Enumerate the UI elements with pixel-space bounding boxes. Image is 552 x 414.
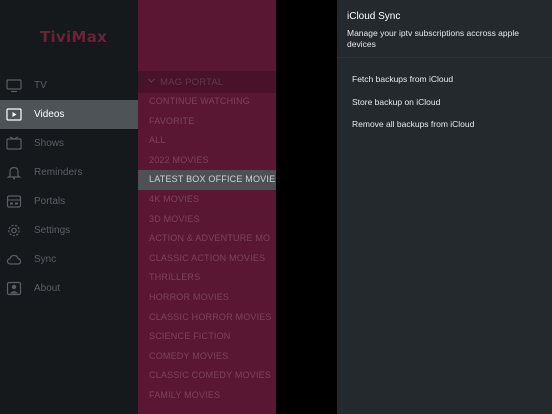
sidebar-item-label: About	[34, 283, 61, 294]
sidebar: TiviMax TV Videos Shows Reminders Portal…	[0, 0, 138, 414]
list-item[interactable]: COMEDY MOVIES	[138, 347, 276, 367]
sidebar-item-videos[interactable]: Videos	[0, 100, 138, 129]
sidebar-item-label: TV	[34, 80, 47, 91]
list-item[interactable]: ACTION & ADVENTURE MO	[138, 229, 276, 249]
divider	[337, 57, 552, 58]
list-item[interactable]: CLASSIC ACTION MOVIES	[138, 249, 276, 269]
sidebar-item-label: Shows	[34, 138, 65, 149]
list-item[interactable]: ALL	[138, 131, 276, 151]
list-item[interactable]: FAMILY MOVIES	[138, 386, 276, 406]
gear-icon	[6, 223, 22, 238]
panel-title: iCloud Sync	[347, 11, 401, 22]
app-logo: TiviMax	[40, 28, 108, 46]
list-item[interactable]: 3D MOVIES	[138, 210, 276, 230]
category-list: CONTINUE WATCHING FAVORITE ALL 2022 MOVI…	[138, 92, 276, 406]
sidebar-nav: TV Videos Shows Reminders Portals Settin…	[0, 71, 138, 303]
remove-backups-button[interactable]: Remove all backups from iCloud	[352, 119, 474, 129]
list-item[interactable]: 2022 MOVIES	[138, 151, 276, 171]
sidebar-item-reminders[interactable]: Reminders	[0, 158, 138, 187]
cloud-icon	[6, 252, 22, 267]
list-item-selected[interactable]: LATEST BOX OFFICE MOVIE	[138, 170, 276, 190]
sidebar-item-label: Portals	[34, 196, 66, 207]
panel-description: Manage your iptv subscriptions accross a…	[347, 28, 519, 49]
list-item[interactable]: THRILLERS	[138, 268, 276, 288]
chevron-down-icon	[147, 76, 156, 85]
sidebar-item-label: Videos	[34, 109, 65, 120]
category-list-panel: MAG PORTAL CONTINUE WATCHING FAVORITE AL…	[138, 0, 276, 414]
portal-header-title: MAG PORTAL	[160, 77, 224, 88]
portal-icon	[6, 194, 22, 209]
play-icon	[6, 107, 22, 122]
list-item[interactable]: SCIENCE FICTION	[138, 327, 276, 347]
bell-icon	[6, 165, 22, 180]
sidebar-item-label: Sync	[34, 254, 57, 265]
sidebar-item-settings[interactable]: Settings	[0, 216, 138, 245]
list-item[interactable]: 4K MOVIES	[138, 190, 276, 210]
film-icon	[6, 136, 22, 151]
list-item[interactable]: CONTINUE WATCHING	[138, 92, 276, 112]
list-item[interactable]: CLASSIC COMEDY MOVIES	[138, 366, 276, 386]
list-item[interactable]: FAVORITE	[138, 112, 276, 132]
sidebar-item-shows[interactable]: Shows	[0, 129, 138, 158]
sidebar-item-portals[interactable]: Portals	[0, 187, 138, 216]
portal-header[interactable]: MAG PORTAL	[138, 71, 276, 93]
sidebar-item-sync[interactable]: Sync	[0, 245, 138, 274]
person-icon	[6, 281, 22, 296]
sidebar-item-about[interactable]: About	[0, 274, 138, 303]
sidebar-item-label: Reminders	[34, 167, 83, 178]
sidebar-item-tv[interactable]: TV	[0, 71, 138, 100]
list-item[interactable]: HORROR MOVIES	[138, 288, 276, 308]
sidebar-item-label: Settings	[34, 225, 71, 236]
icloud-sync-panel: iCloud Sync Manage your iptv subscriptio…	[337, 0, 552, 414]
store-backup-button[interactable]: Store backup on iCloud	[352, 97, 440, 107]
tv-icon	[6, 78, 22, 93]
fetch-backups-button[interactable]: Fetch backups from iCloud	[352, 74, 453, 84]
content-area	[276, 0, 337, 414]
list-item[interactable]: CLASSIC HORROR MOVIES	[138, 308, 276, 328]
